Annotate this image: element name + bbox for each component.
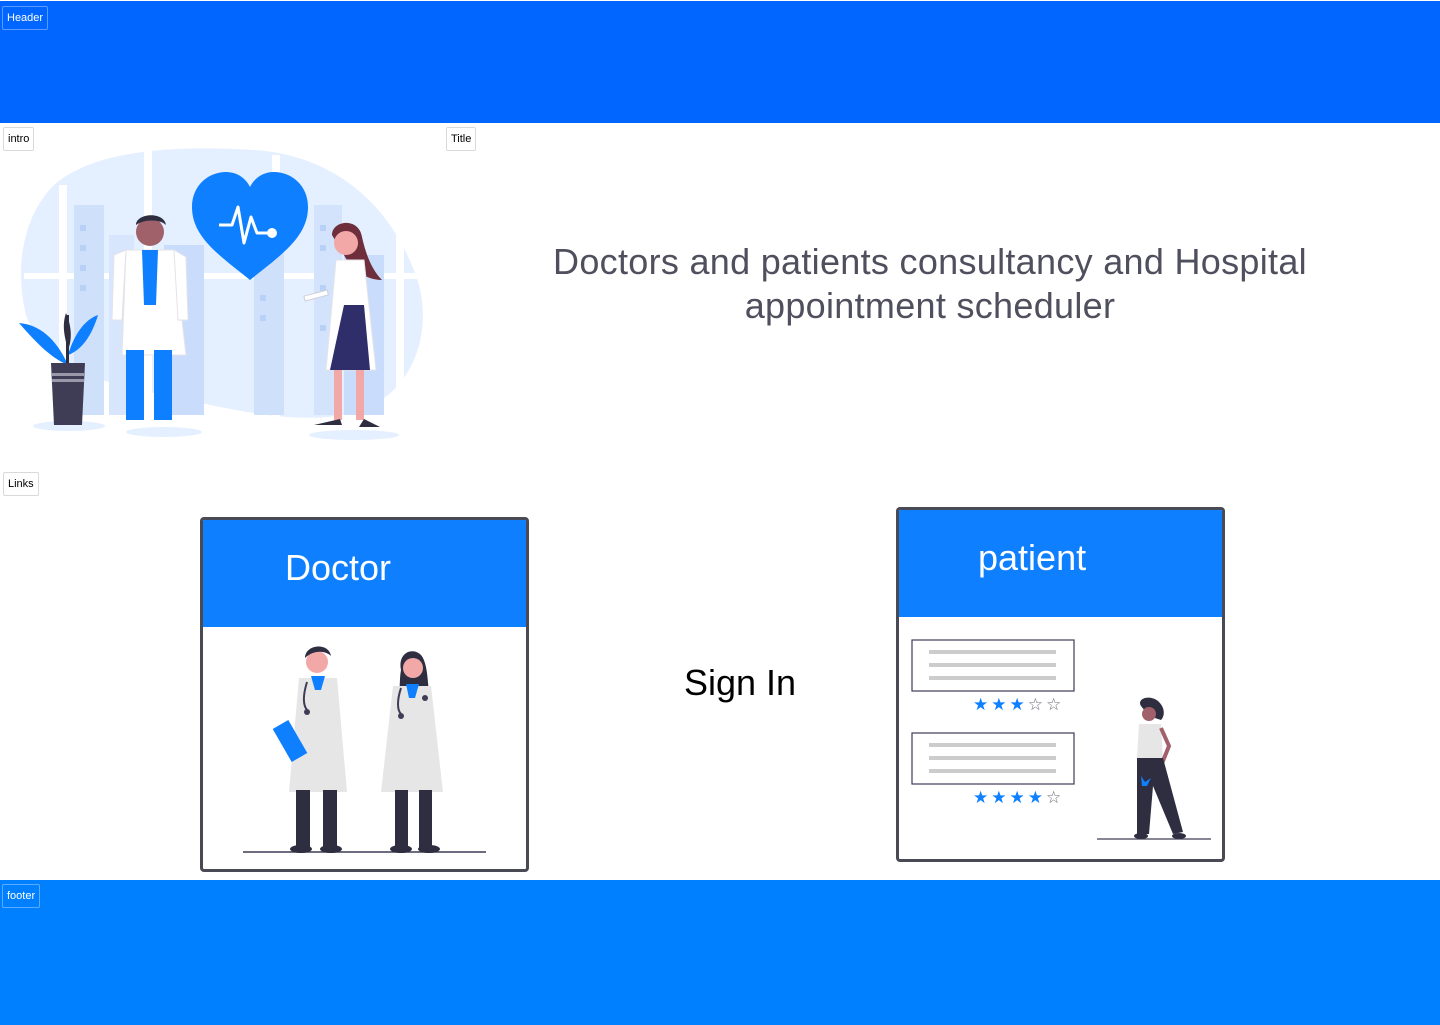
intro-illustration — [19, 148, 423, 440]
star-filled-icon: ★ — [973, 788, 992, 807]
patient-reviews-illustration — [911, 639, 1211, 840]
sign-in-link[interactable]: Sign In — [640, 662, 840, 704]
star-filled-icon: ★ — [1009, 788, 1028, 807]
star-filled-icon: ★ — [1027, 788, 1046, 807]
doctor-card-header: Doctor — [203, 520, 526, 627]
star-empty-icon: ☆ — [1046, 788, 1065, 807]
header-frame-label: Header — [2, 6, 49, 30]
rating-stars-2: ★★★★☆ — [973, 788, 1083, 808]
doctor-card-link[interactable]: Doctor — [200, 517, 529, 872]
header: Header — [0, 1, 1440, 123]
star-empty-icon: ☆ — [1046, 695, 1065, 714]
footer: footer — [0, 880, 1440, 1025]
star-filled-icon: ★ — [991, 695, 1010, 714]
footer-frame-label: footer — [2, 884, 41, 908]
doctors-illustration — [243, 646, 486, 853]
patient-card-header: patient — [899, 510, 1222, 617]
title-frame-label: Title — [446, 127, 477, 151]
doctor-card-title: Doctor — [285, 547, 392, 588]
star-empty-icon: ☆ — [1027, 695, 1046, 714]
star-filled-icon: ★ — [991, 788, 1010, 807]
rating-stars-1: ★★★☆☆ — [973, 695, 1083, 715]
patient-card-link[interactable]: patient ★★★☆☆ ★★★★☆ — [896, 507, 1225, 862]
page-title: Doctors and patients consultancy and Hos… — [553, 241, 1307, 326]
star-filled-icon: ★ — [1009, 695, 1028, 714]
star-filled-icon: ★ — [973, 695, 992, 714]
links-frame-label: Links — [3, 472, 39, 496]
patient-card-title: patient — [978, 537, 1087, 578]
